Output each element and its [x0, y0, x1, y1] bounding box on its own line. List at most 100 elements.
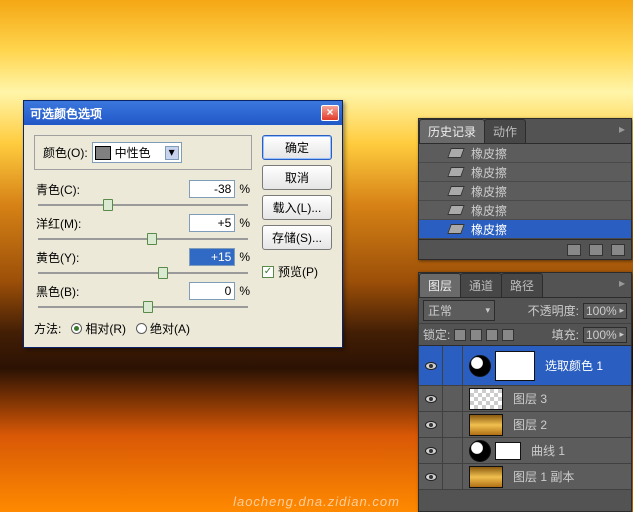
- magenta-input[interactable]: [189, 214, 235, 232]
- close-icon[interactable]: ×: [321, 105, 339, 121]
- lock-transparency-icon[interactable]: [454, 329, 466, 341]
- slider-thumb[interactable]: [158, 267, 168, 279]
- eraser-icon: [447, 224, 465, 234]
- visibility-toggle[interactable]: [419, 438, 443, 463]
- layer-list: 选取颜色 1 图层 3 图层 2 曲线 1 图层 1 副本: [419, 346, 631, 490]
- black-slider[interactable]: [38, 306, 248, 308]
- method-absolute-label: 绝对(A): [150, 320, 190, 337]
- visibility-toggle[interactable]: [419, 386, 443, 411]
- layers-tabs: 图层 通道 路径 ▸: [419, 273, 631, 298]
- color-swatch-icon: [95, 146, 111, 160]
- link-cell[interactable]: [443, 412, 463, 437]
- layer-mask-thumb[interactable]: [495, 442, 521, 460]
- layer-name[interactable]: 图层 3: [509, 390, 547, 407]
- history-item[interactable]: 橡皮擦: [419, 182, 631, 201]
- radio-icon: [136, 323, 147, 334]
- lock-label: 锁定:: [423, 326, 450, 343]
- eye-icon: [425, 362, 437, 370]
- eraser-icon: [447, 148, 465, 158]
- color-dropdown[interactable]: 中性色 ▾: [92, 142, 182, 163]
- magenta-slider-group: 洋红(M): %: [34, 214, 252, 240]
- dialog-titlebar[interactable]: 可选颜色选项 ×: [24, 101, 342, 125]
- method-relative-label: 相对(R): [85, 320, 126, 337]
- link-cell[interactable]: [443, 386, 463, 411]
- layer-name[interactable]: 图层 1 副本: [509, 468, 574, 485]
- ok-button[interactable]: 确定: [262, 135, 332, 160]
- tab-paths[interactable]: 路径: [501, 273, 543, 297]
- yellow-slider-group: 黄色(Y): +15 %: [34, 248, 252, 274]
- black-input[interactable]: [189, 282, 235, 300]
- chevron-right-icon: ▸: [619, 329, 624, 340]
- history-item-label: 橡皮擦: [471, 221, 507, 238]
- yellow-slider[interactable]: [38, 272, 248, 274]
- magenta-label: 洋红(M):: [36, 215, 189, 232]
- method-absolute-radio[interactable]: 绝对(A): [136, 320, 190, 337]
- eraser-icon: [447, 186, 465, 196]
- cyan-input[interactable]: [189, 180, 235, 198]
- opacity-input[interactable]: 100%▸: [583, 303, 627, 319]
- yellow-unit: %: [239, 250, 250, 264]
- lock-pixels-icon[interactable]: [470, 329, 482, 341]
- preview-checkbox[interactable]: ✓ 预览(P): [262, 263, 332, 280]
- layer-row[interactable]: 图层 3: [419, 386, 631, 412]
- color-select-row: 颜色(O): 中性色 ▾: [34, 135, 252, 170]
- layer-name[interactable]: 选取颜色 1: [541, 357, 603, 374]
- history-item[interactable]: 橡皮擦: [419, 201, 631, 220]
- fill-input[interactable]: 100%▸: [583, 327, 627, 343]
- history-item-label: 橡皮擦: [471, 183, 507, 200]
- link-cell[interactable]: [443, 464, 463, 489]
- preview-label: 预览(P): [278, 263, 318, 280]
- panel-menu-icon[interactable]: ▸: [613, 273, 631, 297]
- layer-mask-thumb[interactable]: [495, 351, 535, 381]
- layer-name[interactable]: 图层 2: [509, 416, 547, 433]
- lock-all-icon[interactable]: [502, 329, 514, 341]
- visibility-toggle[interactable]: [419, 464, 443, 489]
- black-label: 黑色(B):: [36, 283, 189, 300]
- magenta-unit: %: [239, 216, 250, 230]
- slider-thumb[interactable]: [143, 301, 153, 313]
- magenta-slider[interactable]: [38, 238, 248, 240]
- cancel-button[interactable]: 取消: [262, 165, 332, 190]
- layer-row[interactable]: 曲线 1: [419, 438, 631, 464]
- new-document-icon[interactable]: [589, 244, 603, 256]
- blend-opacity-row: 正常▾ 不透明度: 100%▸: [419, 298, 631, 324]
- opacity-value: 100%: [586, 304, 617, 318]
- visibility-toggle[interactable]: [419, 346, 443, 385]
- slider-thumb[interactable]: [103, 199, 113, 211]
- tab-layers[interactable]: 图层: [419, 273, 461, 297]
- tab-actions[interactable]: 动作: [484, 119, 526, 143]
- lock-fill-row: 锁定: 填充: 100%▸: [419, 324, 631, 346]
- cyan-slider[interactable]: [38, 204, 248, 206]
- history-item[interactable]: 橡皮擦: [419, 163, 631, 182]
- layer-row[interactable]: 选取颜色 1: [419, 346, 631, 386]
- history-item[interactable]: 橡皮擦: [419, 220, 631, 239]
- layer-row[interactable]: 图层 2: [419, 412, 631, 438]
- eye-icon: [425, 447, 437, 455]
- eraser-icon: [447, 205, 465, 215]
- tab-history[interactable]: 历史记录: [419, 119, 485, 143]
- new-snapshot-icon[interactable]: [567, 244, 581, 256]
- slider-thumb[interactable]: [147, 233, 157, 245]
- yellow-input[interactable]: +15: [189, 248, 235, 266]
- blend-mode-dropdown[interactable]: 正常▾: [423, 300, 495, 321]
- save-button[interactable]: 存储(S)...: [262, 225, 332, 250]
- load-button[interactable]: 载入(L)...: [262, 195, 332, 220]
- layer-thumb: [469, 388, 503, 410]
- trash-icon[interactable]: [611, 244, 625, 256]
- chevron-down-icon[interactable]: ▾: [165, 146, 179, 160]
- dialog-title: 可选颜色选项: [30, 105, 102, 122]
- link-cell[interactable]: [443, 346, 463, 385]
- lock-position-icon[interactable]: [486, 329, 498, 341]
- layers-panel: 图层 通道 路径 ▸ 正常▾ 不透明度: 100%▸ 锁定: 填充: 100%▸…: [418, 272, 632, 512]
- visibility-toggle[interactable]: [419, 412, 443, 437]
- method-relative-radio[interactable]: 相对(R): [71, 320, 126, 337]
- layer-row[interactable]: 图层 1 副本: [419, 464, 631, 490]
- history-item-label: 橡皮擦: [471, 164, 507, 181]
- layer-name[interactable]: 曲线 1: [527, 442, 565, 459]
- tab-channels[interactable]: 通道: [460, 273, 502, 297]
- eye-icon: [425, 473, 437, 481]
- chevron-down-icon: ▾: [485, 305, 490, 316]
- history-item[interactable]: 橡皮擦: [419, 144, 631, 163]
- panel-menu-icon[interactable]: ▸: [613, 119, 631, 143]
- link-cell[interactable]: [443, 438, 463, 463]
